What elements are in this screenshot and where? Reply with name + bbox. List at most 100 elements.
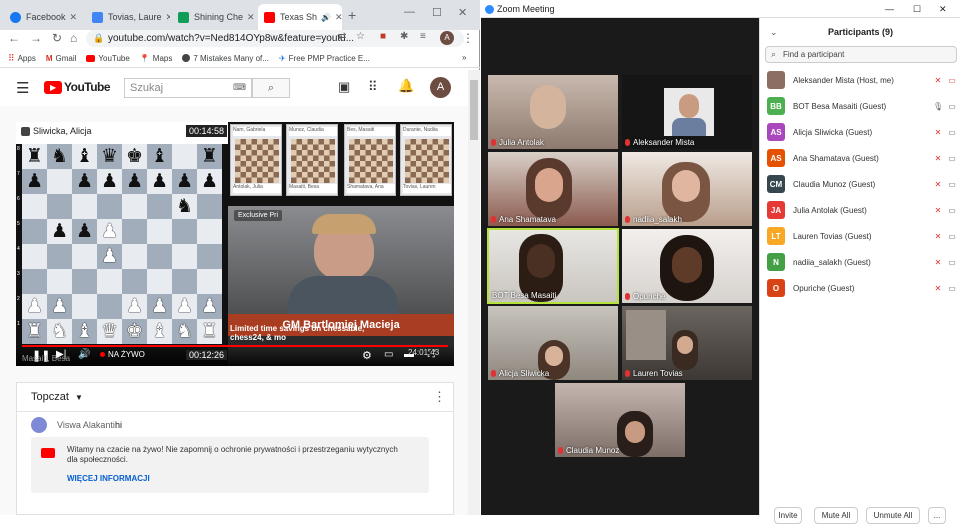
bell-icon[interactable]: 🔔 — [398, 78, 414, 94]
miniplayer-icon[interactable]: ▭ — [384, 349, 393, 360]
participant-search-input[interactable]: ⌕ Find a participant — [765, 46, 957, 63]
progress-bar[interactable] — [22, 345, 448, 347]
mini-board[interactable]: Munoz, Claudia Masaiti, Besa — [286, 124, 338, 196]
participant-row[interactable]: Aleksander Mista (Host, me) ✕ ▭ — [767, 67, 957, 93]
hamburger-icon[interactable]: ☰ — [16, 79, 29, 97]
participant-row[interactable]: BB BOT Besa Masaiti (Guest) 🎙 ▭ — [767, 93, 957, 119]
video-tile-nadiia[interactable]: nadiia_salakh — [622, 152, 752, 226]
speaker-icon[interactable]: 🔊 — [321, 13, 331, 22]
maximize-icon[interactable]: ☐ — [913, 0, 921, 18]
chat-username[interactable]: Viswa Alakanti — [57, 420, 115, 430]
mini-board[interactable]: Bes, Masaiti Shamatava, Ana — [344, 124, 396, 196]
volume-icon[interactable]: 🔊 — [78, 349, 90, 360]
muted-mic-icon[interactable]: ✕ — [933, 284, 943, 293]
video-icon[interactable]: ▭ — [947, 128, 957, 137]
participant-row[interactable]: Nnadiia_salakh (Guest) ✕ ▭ — [767, 249, 957, 275]
video-icon[interactable]: ▭ — [947, 180, 957, 189]
search-input[interactable]: Szukaj ⌨ — [124, 78, 252, 98]
reload-icon[interactable]: ↻ — [52, 31, 62, 45]
video-icon[interactable]: ▭ — [947, 232, 957, 241]
live-label[interactable]: NA ŻYWO — [108, 350, 145, 359]
chat-menu-icon[interactable]: ⋮ — [433, 389, 446, 405]
mini-board[interactable]: Nam, Gabriela Antolak, Julia — [230, 124, 282, 196]
maximize-icon[interactable]: ☐ — [432, 6, 442, 19]
bookmark-pmp[interactable]: ✈ Free PMP Practice E... — [279, 54, 370, 63]
home-icon[interactable]: ⌂ — [70, 31, 77, 45]
video-tile-ana[interactable]: Ana Shamatava — [488, 152, 618, 226]
close-icon[interactable]: ✕ — [247, 12, 255, 23]
mic-icon[interactable]: 🎙 — [933, 102, 943, 111]
chat-mode-dropdown[interactable]: Topczat ▼ — [31, 391, 83, 403]
forward-icon[interactable]: → — [30, 31, 42, 45]
video-icon[interactable]: ▭ — [947, 284, 957, 293]
video-tile-aleksander[interactable]: Aleksander Mista — [622, 75, 752, 149]
settings-icon[interactable]: ⚙ — [362, 349, 372, 362]
unmute-all-button[interactable]: Unmute All — [866, 507, 920, 524]
muted-mic-icon[interactable]: ✕ — [933, 258, 943, 267]
video-tile-claudia[interactable]: Claudia Munoz — [555, 383, 685, 457]
tab-youtube[interactable]: Texas Sh 🔊 ✕ — [258, 4, 342, 30]
participant-row[interactable]: O Opuriche (Guest) ✕ ▭ — [767, 275, 957, 301]
video-icon[interactable]: ▭ — [947, 154, 957, 163]
scrollbar-thumb[interactable] — [470, 80, 478, 140]
bookmark-gmail[interactable]: M Gmail — [46, 54, 77, 63]
participant-row[interactable]: AS Alicja Sliwicka (Guest) ✕ ▭ — [767, 119, 957, 145]
tab-facebook[interactable]: Facebook ✕ — [4, 4, 84, 30]
video-tile-lauren[interactable]: Lauren Tovias — [622, 306, 752, 380]
participant-row[interactable]: CM Claudia Munoz (Guest) ✕ ▭ — [767, 171, 957, 197]
tab-tovias[interactable]: Tovias, Laure ✕ — [86, 4, 170, 30]
mini-board[interactable]: Durante, Nadiia Tovias, Lauren — [400, 124, 452, 196]
back-icon[interactable]: ← — [8, 31, 20, 45]
video-tile-besa[interactable]: BOT Besa Masaiti — [487, 228, 619, 304]
more-options-button[interactable]: ... — [928, 507, 946, 524]
menu-icon[interactable]: ⋮ — [462, 31, 474, 45]
youtube-logo-icon[interactable]: ▶ — [44, 81, 62, 94]
close-window-icon[interactable]: ✕ — [458, 6, 467, 19]
participant-row[interactable]: LT Lauren Tovias (Guest) ✕ ▭ — [767, 223, 957, 249]
invite-button[interactable]: Invite — [774, 507, 802, 524]
close-icon[interactable]: ✕ — [335, 12, 342, 23]
video-off-icon[interactable]: ▭ — [947, 76, 957, 85]
close-window-icon[interactable]: ✕ — [939, 0, 947, 18]
video-icon[interactable]: ▭ — [947, 102, 957, 111]
muted-mic-icon[interactable]: ✕ — [933, 154, 943, 163]
bookmark-youtube[interactable]: YouTube — [86, 54, 130, 63]
user-avatar[interactable]: A — [430, 77, 451, 98]
muted-mic-icon[interactable]: ✕ — [933, 180, 943, 189]
video-player[interactable]: Sliwicka, Alicja 00:14:58 ♜ ♞ ♝ ♛ ♚ ♝ ♜ ♟ ♟ ♟ ♟ ♟ ♟ ♟… — [16, 122, 454, 366]
participant-row[interactable]: JA Julia Antolak (Guest) ✕ ▭ — [767, 197, 957, 223]
more-info-link[interactable]: WIĘCEJ INFORMACJI — [67, 474, 150, 483]
new-tab-button[interactable]: + — [348, 7, 356, 23]
video-icon[interactable]: ▭ — [947, 206, 957, 215]
search-button[interactable]: ⌕ — [252, 78, 290, 98]
extension-icon[interactable]: ■ — [380, 31, 386, 42]
bookmark-maps[interactable]: 📍 Maps — [140, 54, 173, 63]
video-tile-alicja[interactable]: Alicja Sliwicka — [488, 306, 618, 380]
bookmark-apps[interactable]: ⠿ Apps — [8, 53, 36, 64]
youtube-logo-text[interactable]: YouTube — [64, 80, 111, 94]
bookmarks-more[interactable]: » — [462, 53, 466, 62]
profile-avatar[interactable]: A — [440, 31, 454, 45]
tab-shining-chess[interactable]: Shining Che ✕ — [172, 4, 256, 30]
create-video-icon[interactable]: ▣ — [338, 79, 350, 95]
media-icon[interactable]: ≡ — [420, 31, 426, 42]
video-tile-julia[interactable]: Julia Antolak — [488, 75, 618, 149]
close-icon[interactable]: ✕ — [166, 12, 170, 23]
puzzle-icon[interactable]: ✱ — [400, 31, 408, 42]
mute-all-button[interactable]: Mute All — [814, 507, 858, 524]
muted-mic-icon[interactable]: ✕ — [933, 232, 943, 241]
translate-icon[interactable]: ⇄ — [338, 31, 346, 42]
close-icon[interactable]: ✕ — [70, 12, 78, 23]
page-scrollbar[interactable] — [468, 70, 480, 515]
video-icon[interactable]: ▭ — [947, 258, 957, 267]
minimize-icon[interactable]: — — [885, 0, 894, 18]
apps-grid-icon[interactable]: ⠿ — [368, 79, 378, 95]
bookmark-mistakes[interactable]: 7 Mistakes Many of... — [182, 54, 269, 63]
muted-mic-icon[interactable]: ✕ — [933, 206, 943, 215]
video-tile-opuriche[interactable]: Opuriche — [622, 229, 752, 303]
minimize-icon[interactable]: — — [404, 6, 415, 18]
muted-mic-icon[interactable]: ✕ — [933, 128, 943, 137]
participant-row[interactable]: AS Ana Shamatava (Guest) ✕ ▭ — [767, 145, 957, 171]
star-icon[interactable]: ☆ — [356, 31, 365, 42]
keyboard-icon[interactable]: ⌨ — [233, 82, 246, 93]
